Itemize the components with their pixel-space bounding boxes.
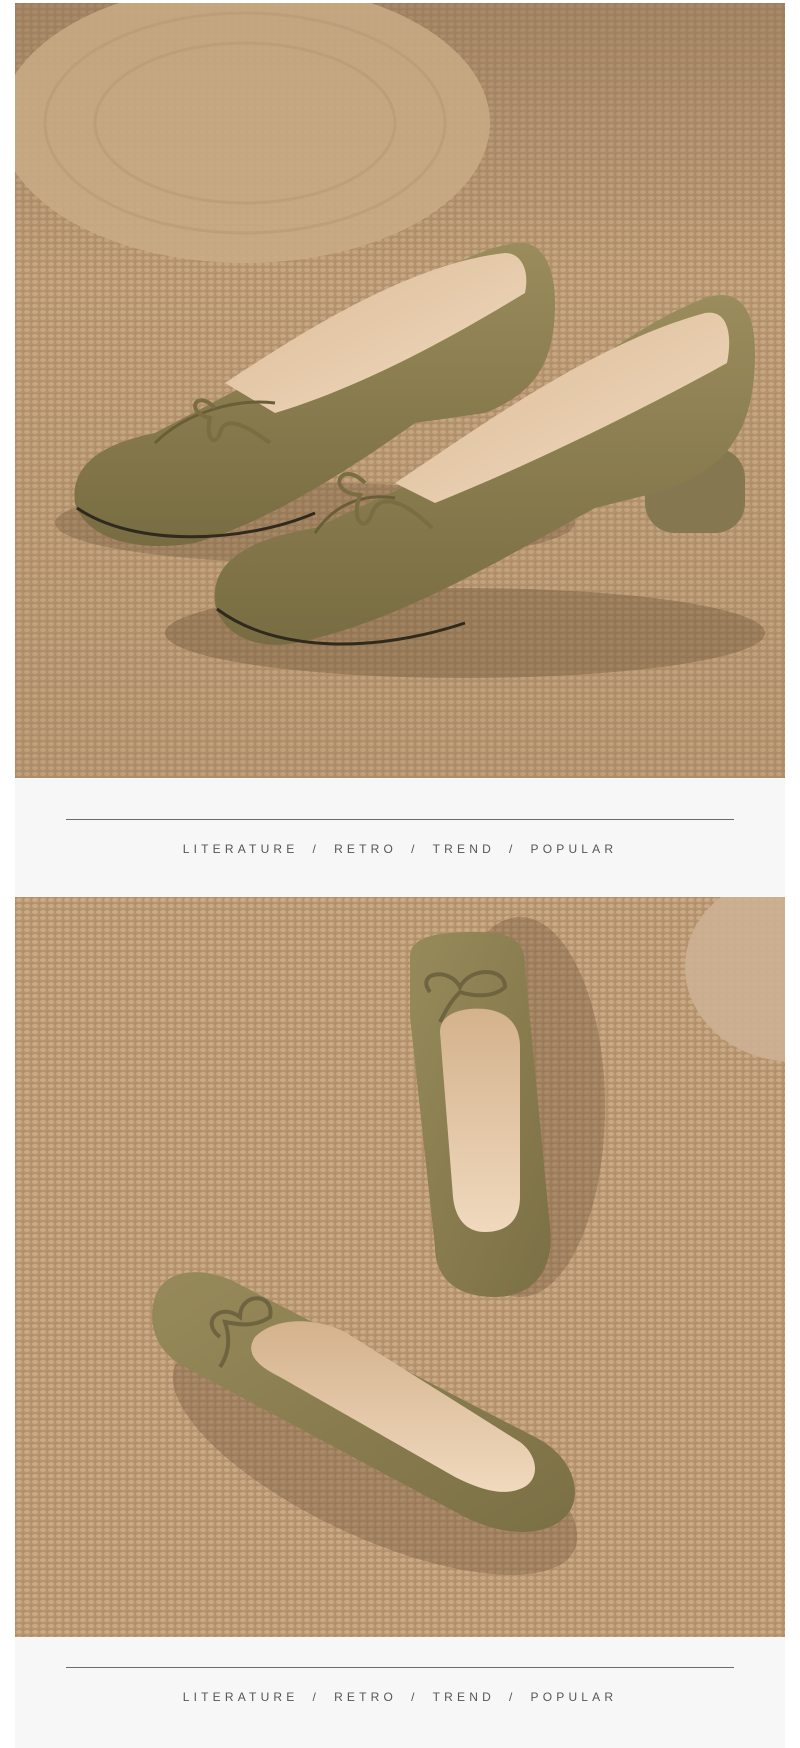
tagline-word: RETRO (334, 1690, 398, 1704)
tagline-separator: / (508, 842, 517, 856)
product-photo-side-view (15, 3, 785, 778)
tagline-word: LITERATURE (182, 842, 299, 856)
tagline-word: LITERATURE (182, 1690, 299, 1704)
divider-line (66, 1667, 734, 1668)
tagline-separator: / (312, 1690, 321, 1704)
tagline-word: RETRO (334, 842, 398, 856)
tagline-separator: / (411, 842, 419, 856)
product-photo-top-view (15, 897, 785, 1637)
shoes-side-view-image (15, 3, 785, 778)
tagline-separator: / (508, 1690, 517, 1704)
tagline-band-2: LITERATURE / RETRO / TREND / POPULAR (15, 1637, 785, 1748)
product-detail-page: LITERATURE / RETRO / TREND / POPULAR LIT… (0, 0, 800, 1748)
tagline-word: TREND (432, 842, 495, 856)
tagline-separator: / (411, 1690, 419, 1704)
tagline-text: LITERATURE / RETRO / TREND / POPULAR (15, 1690, 785, 1704)
tagline-text: LITERATURE / RETRO / TREND / POPULAR (15, 842, 785, 856)
divider-line (66, 819, 734, 820)
tagline-band-1: LITERATURE / RETRO / TREND / POPULAR (15, 778, 785, 897)
tagline-word: POPULAR (530, 1690, 618, 1704)
shoes-top-view-image (15, 897, 785, 1637)
tagline-word: POPULAR (530, 842, 618, 856)
tagline-separator: / (312, 842, 321, 856)
tagline-word: TREND (432, 1690, 495, 1704)
